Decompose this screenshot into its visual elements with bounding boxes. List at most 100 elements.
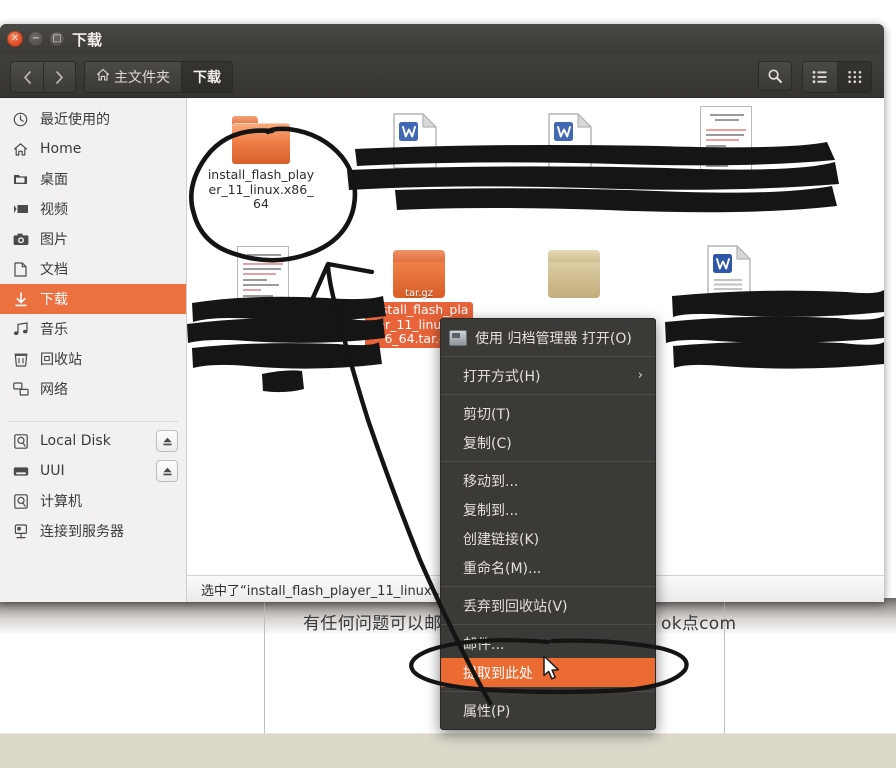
back-button[interactable] [11,62,43,92]
sidebar-item-music-label: 音乐 [40,322,68,338]
document-thumbnail-icon [700,106,752,178]
targz-archive-icon: tar.gz [391,250,447,299]
file-item-thumb-2[interactable] [207,246,319,314]
menu-item-create-link-label: 创建链接(K) [463,531,540,548]
menu-separator [441,624,655,625]
list-view-icon[interactable] [803,62,837,92]
icon-view-icon[interactable] [837,62,871,92]
sidebar-item-downloads-label: 下载 [40,292,68,308]
sidebar-item-trash[interactable]: 回收站 [0,344,186,374]
folder-icon [12,172,29,186]
archive-icon [546,250,602,298]
archive-format-label: tar.gz [404,288,434,299]
menu-item-move-to-trash[interactable]: 丢弃到回收站(V) [441,591,655,620]
desktop-divider-left [264,598,265,733]
file-item-doc-1[interactable] [359,112,471,170]
menu-item-open-with-label: 打开方式(H) [463,368,541,385]
sidebar-item-recent[interactable]: 最近使用的 [0,104,186,134]
sidebar-item-documents-label: 文档 [40,262,68,278]
file-item-thumb-1[interactable] [670,106,782,178]
menu-item-properties[interactable]: 属性(P) [441,696,655,725]
sidebar-item-connect-to-server-label: 连接到服务器 [40,524,124,540]
word-document-icon [545,112,595,170]
window-titlebar: ✕ − □ 下载 [0,24,884,54]
menu-item-copy[interactable]: 复制(C) [441,428,655,457]
disk-icon [12,433,29,449]
menu-item-properties-label: 属性(P) [463,703,511,720]
mouse-cursor [543,655,560,680]
menu-item-move-to[interactable]: 移动到... [441,466,655,495]
navigation-button-group [10,61,76,93]
sidebar-item-pictures-label: 图片 [40,232,68,248]
breadcrumb-item-home[interactable]: 主文件夹 [85,62,181,92]
close-button[interactable]: ✕ [7,31,23,47]
eject-button-uui[interactable] [156,460,178,482]
file-item-doc-2[interactable] [514,112,626,170]
view-mode-group [802,61,872,93]
sidebar-device-uui-row: UUI [0,456,186,486]
sidebar: 最近使用的 Home 桌面 视频 图片 文档 下载 音乐 回收站 网络 Loca… [0,98,187,602]
menu-item-open-with[interactable]: 打开方式(H) › [441,361,655,390]
breadcrumb: 主文件夹 下载 [84,61,233,93]
sidebar-item-network[interactable]: 网络 [0,374,186,404]
menu-item-open-with-archive-manager[interactable]: 使用 归档管理器 打开(O) [441,323,655,352]
maximize-button[interactable]: □ [49,31,65,47]
home-icon [96,68,110,86]
status-bar-text: 选中了“install_flash_player_11_linux... [201,583,445,599]
sidebar-item-home-label: Home [40,141,82,157]
document-thumbnail-icon [237,246,289,314]
menu-item-rename[interactable]: 重命名(M)... [441,553,655,582]
sidebar-item-desktop[interactable]: 桌面 [0,164,186,194]
menu-separator [441,461,655,462]
sidebar-item-computer[interactable]: 计算机 [0,486,186,516]
sidebar-item-network-label: 网络 [40,382,68,398]
eject-button-local-disk[interactable] [156,430,178,452]
server-icon [12,523,29,539]
file-item-doc-3[interactable] [673,244,785,302]
window-controls: ✕ − □ [7,31,65,47]
forward-button[interactable] [43,62,75,92]
sidebar-item-videos[interactable]: 视频 [0,194,186,224]
camera-icon [12,233,29,246]
video-icon [12,203,29,215]
breadcrumb-item-downloads-label: 下载 [193,70,221,86]
sidebar-item-pictures[interactable]: 图片 [0,224,186,254]
menu-item-copy-to[interactable]: 复制到... [441,495,655,524]
sidebar-item-home[interactable]: Home [0,134,186,164]
folder-icon [232,116,290,164]
sidebar-item-local-disk-label: Local Disk [40,433,111,449]
menu-item-cut[interactable]: 剪切(T) [441,399,655,428]
music-icon [12,322,29,336]
document-icon [12,261,29,277]
minimize-button[interactable]: − [28,31,44,47]
file-item-flash-folder[interactable]: install_flash_player_11_linux.x86_64 [205,116,317,212]
sidebar-item-music[interactable]: 音乐 [0,314,186,344]
sidebar-divider [8,421,178,422]
sidebar-item-recent-label: 最近使用的 [40,112,110,128]
sidebar-item-computer-label: 计算机 [40,494,82,510]
menu-item-copy-label: 复制(C) [463,435,512,452]
menu-separator [441,586,655,587]
desktop-band-beige [0,733,896,768]
menu-item-email[interactable]: 邮件... [441,629,655,658]
sidebar-device-local-disk-row: Local Disk [0,426,186,456]
menu-item-email-label: 邮件... [463,636,505,653]
menu-item-move-to-label: 移动到... [463,473,519,490]
sidebar-item-downloads[interactable]: 下载 [0,284,186,314]
sidebar-item-documents[interactable]: 文档 [0,254,186,284]
menu-item-create-link[interactable]: 创建链接(K) [441,524,655,553]
search-icon[interactable] [758,61,792,91]
sidebar-item-videos-label: 视频 [40,202,68,218]
chevron-right-icon: › [637,368,643,383]
sidebar-item-desktop-label: 桌面 [40,172,68,188]
disk-icon [12,493,29,509]
menu-item-cut-label: 剪切(T) [463,406,511,423]
breadcrumb-item-downloads[interactable]: 下载 [181,62,232,92]
file-item-archive[interactable] [518,250,630,298]
menu-item-rename-label: 重命名(M)... [463,560,542,577]
archive-manager-icon [449,329,467,346]
toolbar: 主文件夹 下载 [0,54,884,98]
network-icon [12,382,29,396]
sidebar-item-connect-to-server[interactable]: 连接到服务器 [0,516,186,546]
